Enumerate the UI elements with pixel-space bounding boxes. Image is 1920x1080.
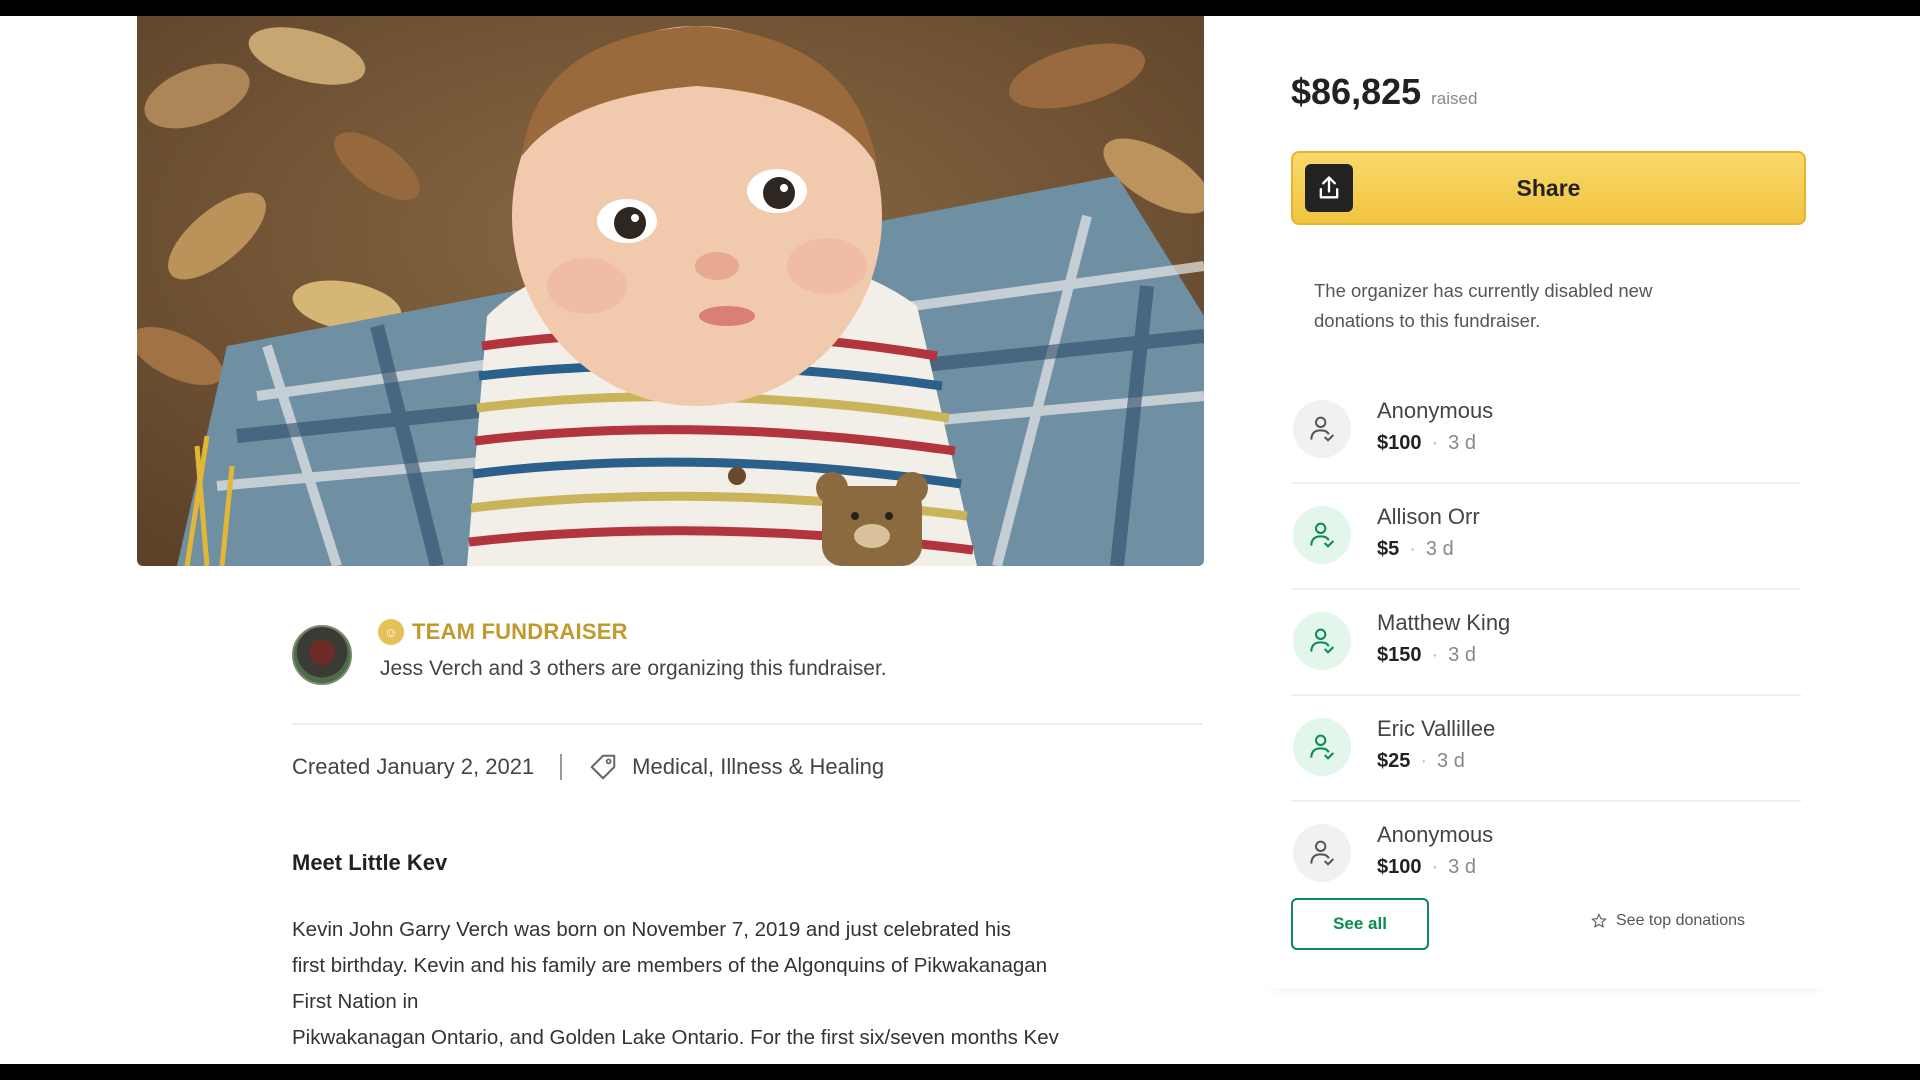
donor-heart-hand-icon — [1293, 400, 1351, 458]
donation-time: 3 d — [1448, 432, 1476, 454]
bullet-separator: · — [1420, 750, 1428, 772]
donation-amount: $5 — [1377, 538, 1400, 560]
donation-time: 3 d — [1437, 750, 1465, 772]
see-all-button[interactable]: See all — [1291, 898, 1429, 950]
divider — [292, 723, 1202, 725]
donor-heart-hand-icon — [1293, 718, 1351, 776]
donation-time: 3 d — [1448, 644, 1476, 666]
team-icon: ☺ — [378, 619, 404, 645]
donation-amount: $25 — [1377, 750, 1411, 772]
donor-name: Anonymous — [1377, 822, 1494, 847]
donation-item: Anonymous $100 · 3 d — [1291, 378, 1801, 484]
raised-amount: $86,825 — [1291, 71, 1422, 112]
raised-summary: $86,825 raised — [1291, 71, 1477, 113]
donor-heart-hand-icon — [1293, 506, 1351, 564]
story-line: Pikwakanagan Ontario, and Golden Lake On… — [292, 1026, 1059, 1049]
recent-donations-list: Anonymous $100 · 3 d Allison Orr $5 · 3 d Ma… — [1291, 378, 1801, 908]
donation-item: Eric Vallillee $25 · 3 d — [1291, 696, 1801, 802]
story-title: Meet Little Kev — [292, 850, 448, 875]
bullet-separator: · — [1409, 538, 1416, 560]
donations-disabled-note: The organizer has currently disabled new… — [1314, 280, 1653, 331]
campaign-hero-photo — [137, 16, 1204, 566]
see-top-donations-link[interactable]: See top donations — [1590, 912, 1745, 930]
story-line: was full of energy. — [292, 1056, 1202, 1064]
campaign-meta: Created January 2, 2021 Medical, Illness… — [292, 752, 884, 782]
bullet-separator: · — [1431, 856, 1439, 878]
donation-amount: $150 — [1377, 644, 1422, 666]
donation-item: Anonymous $100 · 3 d — [1291, 802, 1801, 908]
share-upload-icon — [1305, 164, 1353, 212]
donation-item: Matthew King $150 · 3 d — [1291, 590, 1801, 696]
team-fundraiser-label: TEAM FUNDRAISER — [412, 619, 628, 644]
donation-sidebar: $86,825 raised Share The organizer has c… — [1266, 16, 1826, 988]
team-fundraiser-badge: ☺ TEAM FUNDRAISER — [378, 619, 628, 645]
meta-separator — [560, 754, 563, 780]
donation-amount: $100 — [1377, 856, 1422, 878]
see-top-donations-label: See top donations — [1616, 912, 1745, 929]
donor-heart-hand-icon — [1293, 824, 1351, 882]
donation-amount: $100 — [1377, 432, 1422, 454]
donation-details: $150 · 3 d — [1377, 644, 1476, 667]
donor-heart-hand-icon — [1293, 612, 1351, 670]
donation-time: 3 d — [1425, 538, 1454, 560]
organizer-avatar[interactable] — [292, 625, 352, 685]
donation-details: $25 · 3 d — [1377, 750, 1465, 773]
donor-name: Eric Vallillee — [1377, 716, 1496, 741]
donation-details: $5 · 3 d — [1377, 538, 1454, 561]
fundraiser-page: ☺ TEAM FUNDRAISER Jess Verch and 3 other… — [0, 16, 1920, 1064]
share-button[interactable]: Share — [1291, 151, 1806, 225]
organizer-section: ☺ TEAM FUNDRAISER Jess Verch and 3 other… — [292, 605, 1202, 705]
donation-details: $100 · 3 d — [1377, 432, 1476, 455]
created-date: Created January 2, 2021 — [292, 754, 535, 779]
category-link[interactable]: Medical, Illness & Healing — [632, 754, 884, 780]
donor-name: Anonymous — [1377, 398, 1494, 423]
tag-icon — [590, 754, 616, 780]
raised-label: raised — [1431, 89, 1478, 108]
donation-details: $100 · 3 d — [1377, 856, 1476, 879]
bullet-separator: · — [1431, 644, 1439, 666]
donor-name: Allison Orr — [1377, 504, 1480, 529]
story-line: first birthday. Kevin and his family are… — [292, 954, 1048, 977]
organizer-text[interactable]: Jess Verch and 3 others are organizing t… — [380, 657, 887, 681]
story-line: First Nation in — [292, 990, 419, 1013]
story-body: Kevin John Garry Verch was born on Novem… — [292, 912, 1202, 1064]
star-icon — [1591, 913, 1607, 928]
bullet-separator: · — [1431, 432, 1439, 454]
donor-name: Matthew King — [1377, 610, 1511, 635]
story-line: Kevin John Garry Verch was born on Novem… — [292, 918, 1012, 941]
donation-time: 3 d — [1448, 856, 1476, 878]
share-label: Share — [1516, 174, 1581, 201]
donation-item: Allison Orr $5 · 3 d — [1291, 484, 1801, 590]
baby-photo-illustration — [137, 16, 1204, 566]
